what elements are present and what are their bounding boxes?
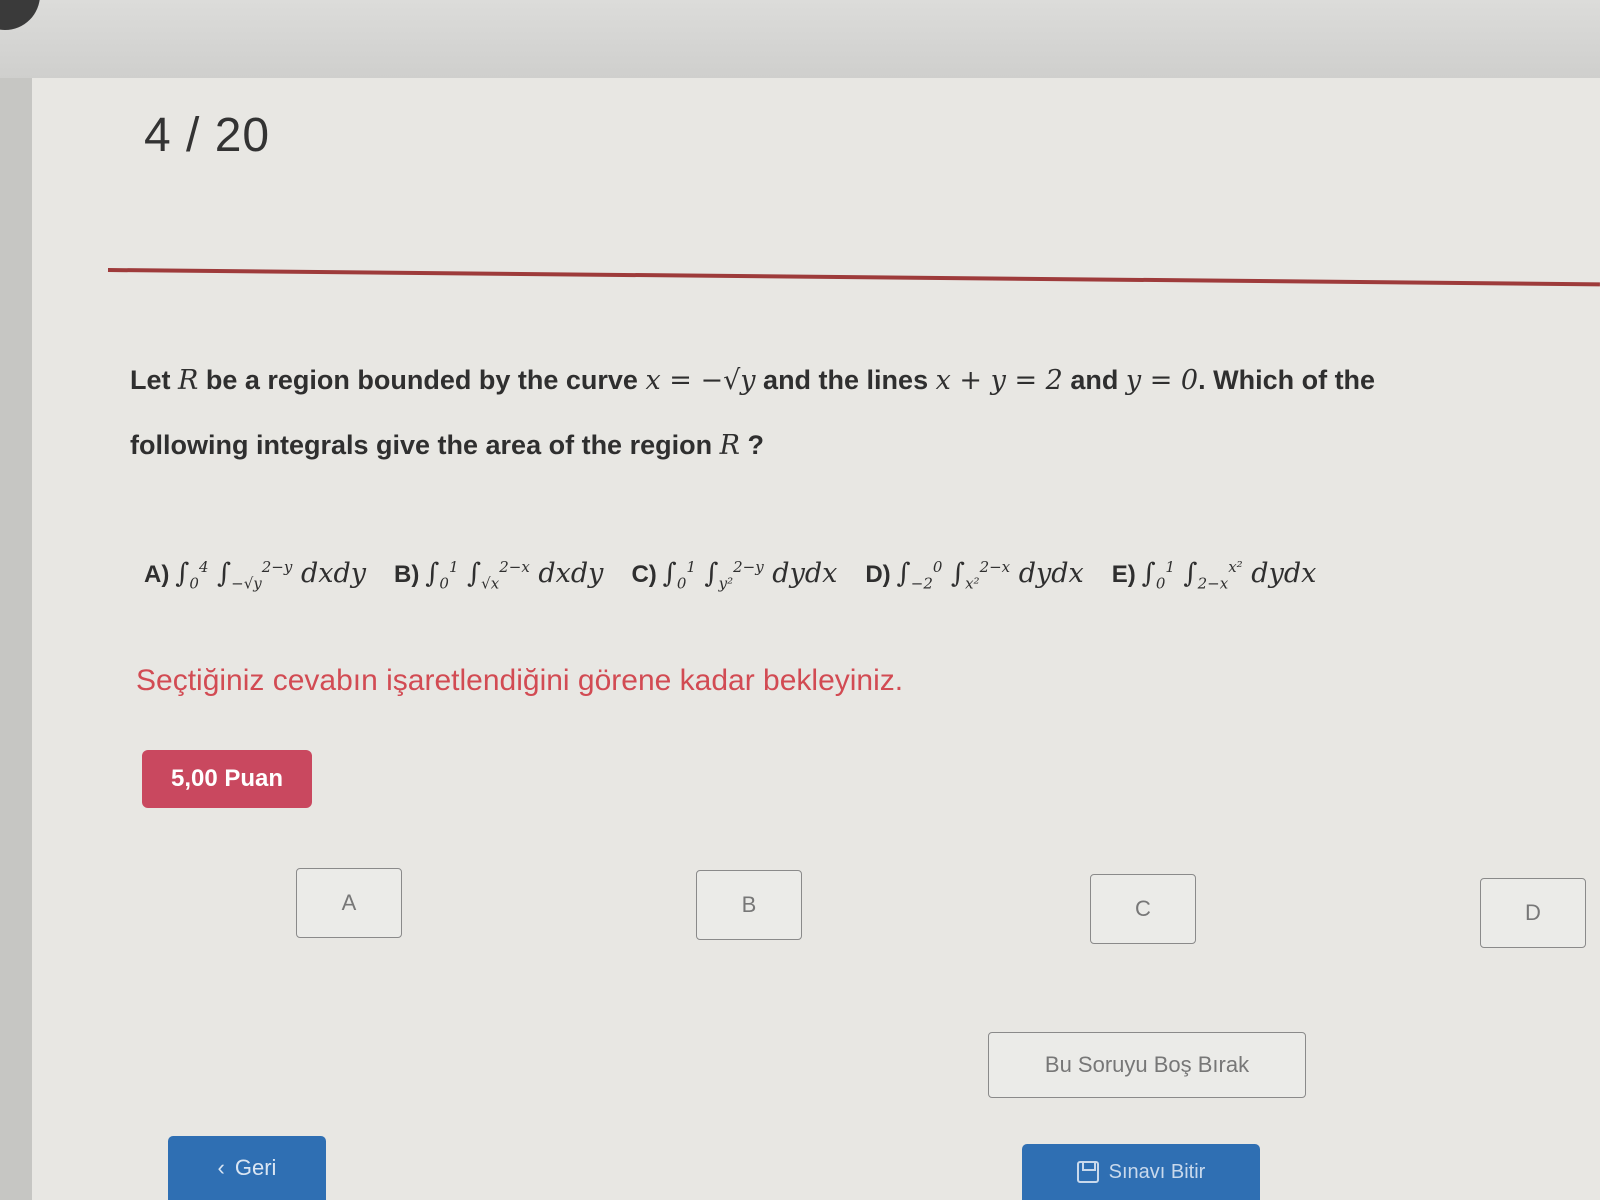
back-button[interactable]: ‹ Geri — [168, 1136, 326, 1200]
points-badge: 5,00 Puan — [142, 750, 312, 808]
left-sidebar — [0, 78, 32, 1200]
chevron-left-icon: ‹ — [217, 1155, 225, 1180]
answer-button-b[interactable]: B — [696, 870, 802, 940]
question-text: Let R be a region bounded by the curve x… — [130, 365, 1376, 461]
option-b: B) ∫01 ∫√x2−x dxdy — [394, 557, 604, 593]
option-e: E) ∫01 ∫2−xx² dydx — [1111, 557, 1317, 593]
finish-exam-button[interactable]: Sınavı Bitir — [1022, 1144, 1260, 1200]
skip-question-button[interactable]: Bu Soruyu Boş Bırak — [988, 1032, 1306, 1098]
option-d: D) ∫−20 ∫x²2−x dydx — [865, 557, 1084, 593]
answer-button-c[interactable]: C — [1090, 874, 1196, 944]
answer-options: A) ∫04 ∫−√y2−y dxdy B) ∫01 ∫√x2−x dxdy C… — [144, 540, 1564, 610]
question-card: 4 / 20 Let R be a region bounded by the … — [32, 78, 1600, 1200]
option-c: C) ∫01 ∫y²2−y dydx — [631, 557, 838, 593]
answer-button-d[interactable]: D — [1480, 878, 1586, 948]
option-a: A) ∫04 ∫−√y2−y dxdy — [144, 557, 367, 593]
answer-button-a[interactable]: A — [296, 868, 402, 938]
question-counter: 4 / 20 — [144, 109, 271, 162]
corner-button[interactable] — [0, 0, 40, 30]
top-bar — [0, 0, 1600, 78]
wait-warning: Seçtiğiniz cevabın işaretlendiğini gören… — [136, 664, 904, 697]
header-divider — [107, 268, 1600, 287]
save-icon — [1076, 1161, 1099, 1183]
